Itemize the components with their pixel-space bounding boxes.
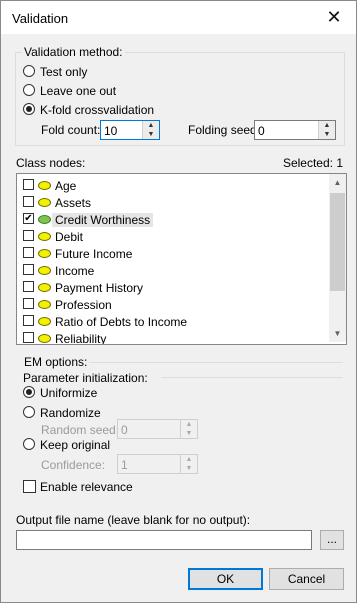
scroll-down-icon[interactable]: ▼: [329, 325, 346, 342]
fold-count-buttons: ▲ ▼: [142, 121, 159, 139]
ok-button-label: OK: [216, 572, 235, 586]
spin-down-icon[interactable]: ▼: [181, 429, 197, 438]
enable-relevance-label: Enable relevance: [40, 480, 133, 494]
confidence-buttons: ▲ ▼: [180, 455, 197, 473]
fold-count-stepper[interactable]: 10 ▲ ▼: [100, 120, 160, 140]
scroll-up-icon[interactable]: ▲: [329, 174, 346, 191]
radio-keep-original[interactable]: [23, 438, 35, 450]
close-icon[interactable]: ✕: [312, 1, 356, 34]
node-label: Future Income: [55, 247, 133, 261]
radio-test-only[interactable]: [23, 65, 35, 77]
node-icon: [38, 283, 51, 292]
em-options-legend: EM options:: [22, 355, 90, 369]
folding-seed-label: Folding seed:: [188, 123, 261, 137]
browse-button[interactable]: ...: [320, 530, 344, 550]
validation-method-legend: Validation method:: [22, 45, 125, 59]
scroll-thumb[interactable]: [330, 193, 345, 291]
spin-down-icon[interactable]: ▼: [319, 130, 335, 139]
node-checkbox[interactable]: [23, 315, 34, 326]
output-file-label: Output file name (leave blank for no out…: [16, 513, 251, 527]
node-label: Ratio of Debts to Income: [55, 315, 188, 329]
label-randomize: Randomize: [40, 406, 101, 420]
list-item[interactable]: Income: [17, 262, 327, 279]
node-label: Assets: [55, 196, 92, 210]
label-uniformize: Uniformize: [40, 386, 98, 400]
node-label: Profession: [55, 298, 112, 312]
node-checkbox[interactable]: [23, 281, 34, 292]
node-label: Age: [55, 179, 77, 193]
radio-uniformize[interactable]: [23, 386, 35, 398]
list-item[interactable]: Payment History: [17, 279, 327, 296]
node-icon: [38, 215, 51, 224]
folding-seed-value: 0: [258, 124, 265, 138]
node-label: Debit: [55, 230, 84, 244]
label-kfold: K-fold crossvalidation: [40, 103, 155, 117]
node-icon: [38, 232, 51, 241]
enable-relevance-checkbox[interactable]: [23, 480, 36, 493]
node-checkbox[interactable]: [23, 230, 34, 241]
param-init-label: Parameter initialization:: [23, 371, 148, 385]
radio-randomize[interactable]: [23, 406, 35, 418]
validation-dialog: Validation ✕ Validation method: Test onl…: [0, 0, 357, 603]
random-seed-stepper[interactable]: 0 ▲ ▼: [117, 419, 198, 439]
ok-button[interactable]: OK: [188, 568, 263, 590]
fold-count-label: Fold count:: [41, 123, 101, 137]
cancel-button[interactable]: Cancel: [269, 568, 344, 590]
node-label: Income: [55, 264, 95, 278]
list-item[interactable]: Ratio of Debts to Income: [17, 313, 327, 330]
node-label: Payment History: [55, 281, 144, 295]
label-test-only: Test only: [40, 65, 88, 79]
node-checkbox[interactable]: [23, 196, 34, 207]
spin-down-icon[interactable]: ▼: [143, 130, 159, 139]
radio-leave-one-out[interactable]: [23, 84, 35, 96]
node-icon: [38, 266, 51, 275]
output-file-input[interactable]: [16, 530, 312, 550]
confidence-stepper[interactable]: 1 ▲ ▼: [117, 454, 198, 474]
random-seed-label: Random seed:: [41, 423, 120, 437]
list-item[interactable]: Future Income: [17, 245, 327, 262]
node-icon: [38, 181, 51, 190]
spin-down-icon[interactable]: ▼: [181, 464, 197, 473]
list-item[interactable]: ✔ Credit Worthiness: [17, 211, 327, 228]
node-checkbox[interactable]: [23, 179, 34, 190]
param-init-divider: [161, 377, 343, 378]
folding-seed-buttons: ▲ ▼: [318, 121, 335, 139]
em-options-divider: [83, 362, 343, 363]
confidence-label: Confidence:: [41, 458, 106, 472]
list-item[interactable]: Age: [17, 177, 327, 194]
node-checkbox[interactable]: [23, 264, 34, 275]
radio-kfold[interactable]: [23, 103, 35, 115]
node-checkbox-checked[interactable]: ✔: [23, 213, 34, 224]
label-keep-original: Keep original: [40, 438, 111, 452]
window-title: Validation: [12, 11, 69, 26]
node-icon: [38, 249, 51, 258]
folding-seed-stepper[interactable]: 0 ▲ ▼: [254, 120, 336, 140]
fold-count-value: 10: [104, 124, 118, 138]
node-checkbox[interactable]: [23, 298, 34, 309]
node-checkbox[interactable]: [23, 332, 34, 343]
selected-count: Selected: 1: [282, 156, 343, 170]
node-icon: [38, 300, 51, 309]
list-item[interactable]: Debit: [17, 228, 327, 245]
list-scrollbar[interactable]: ▲ ▼: [329, 174, 346, 342]
node-icon: [38, 317, 51, 326]
browse-button-label: ...: [326, 532, 337, 546]
node-icon: [38, 198, 51, 207]
node-label: Reliability: [55, 332, 107, 345]
title-bar: Validation ✕: [1, 1, 356, 34]
list-item[interactable]: Reliability: [17, 330, 327, 345]
random-seed-buttons: ▲ ▼: [180, 420, 197, 438]
class-nodes-list[interactable]: Age Assets ✔ Credit Worthiness Debit Fut…: [16, 173, 347, 345]
label-leave-one-out: Leave one out: [40, 84, 117, 98]
node-label: Credit Worthiness: [52, 213, 154, 227]
random-seed-value: 0: [121, 423, 128, 437]
class-nodes-label: Class nodes:: [16, 156, 86, 170]
confidence-value: 1: [121, 458, 128, 472]
list-item[interactable]: Assets: [17, 194, 327, 211]
node-icon: [38, 334, 51, 343]
list-item[interactable]: Profession: [17, 296, 327, 313]
node-checkbox[interactable]: [23, 247, 34, 258]
cancel-button-label: Cancel: [287, 572, 326, 586]
